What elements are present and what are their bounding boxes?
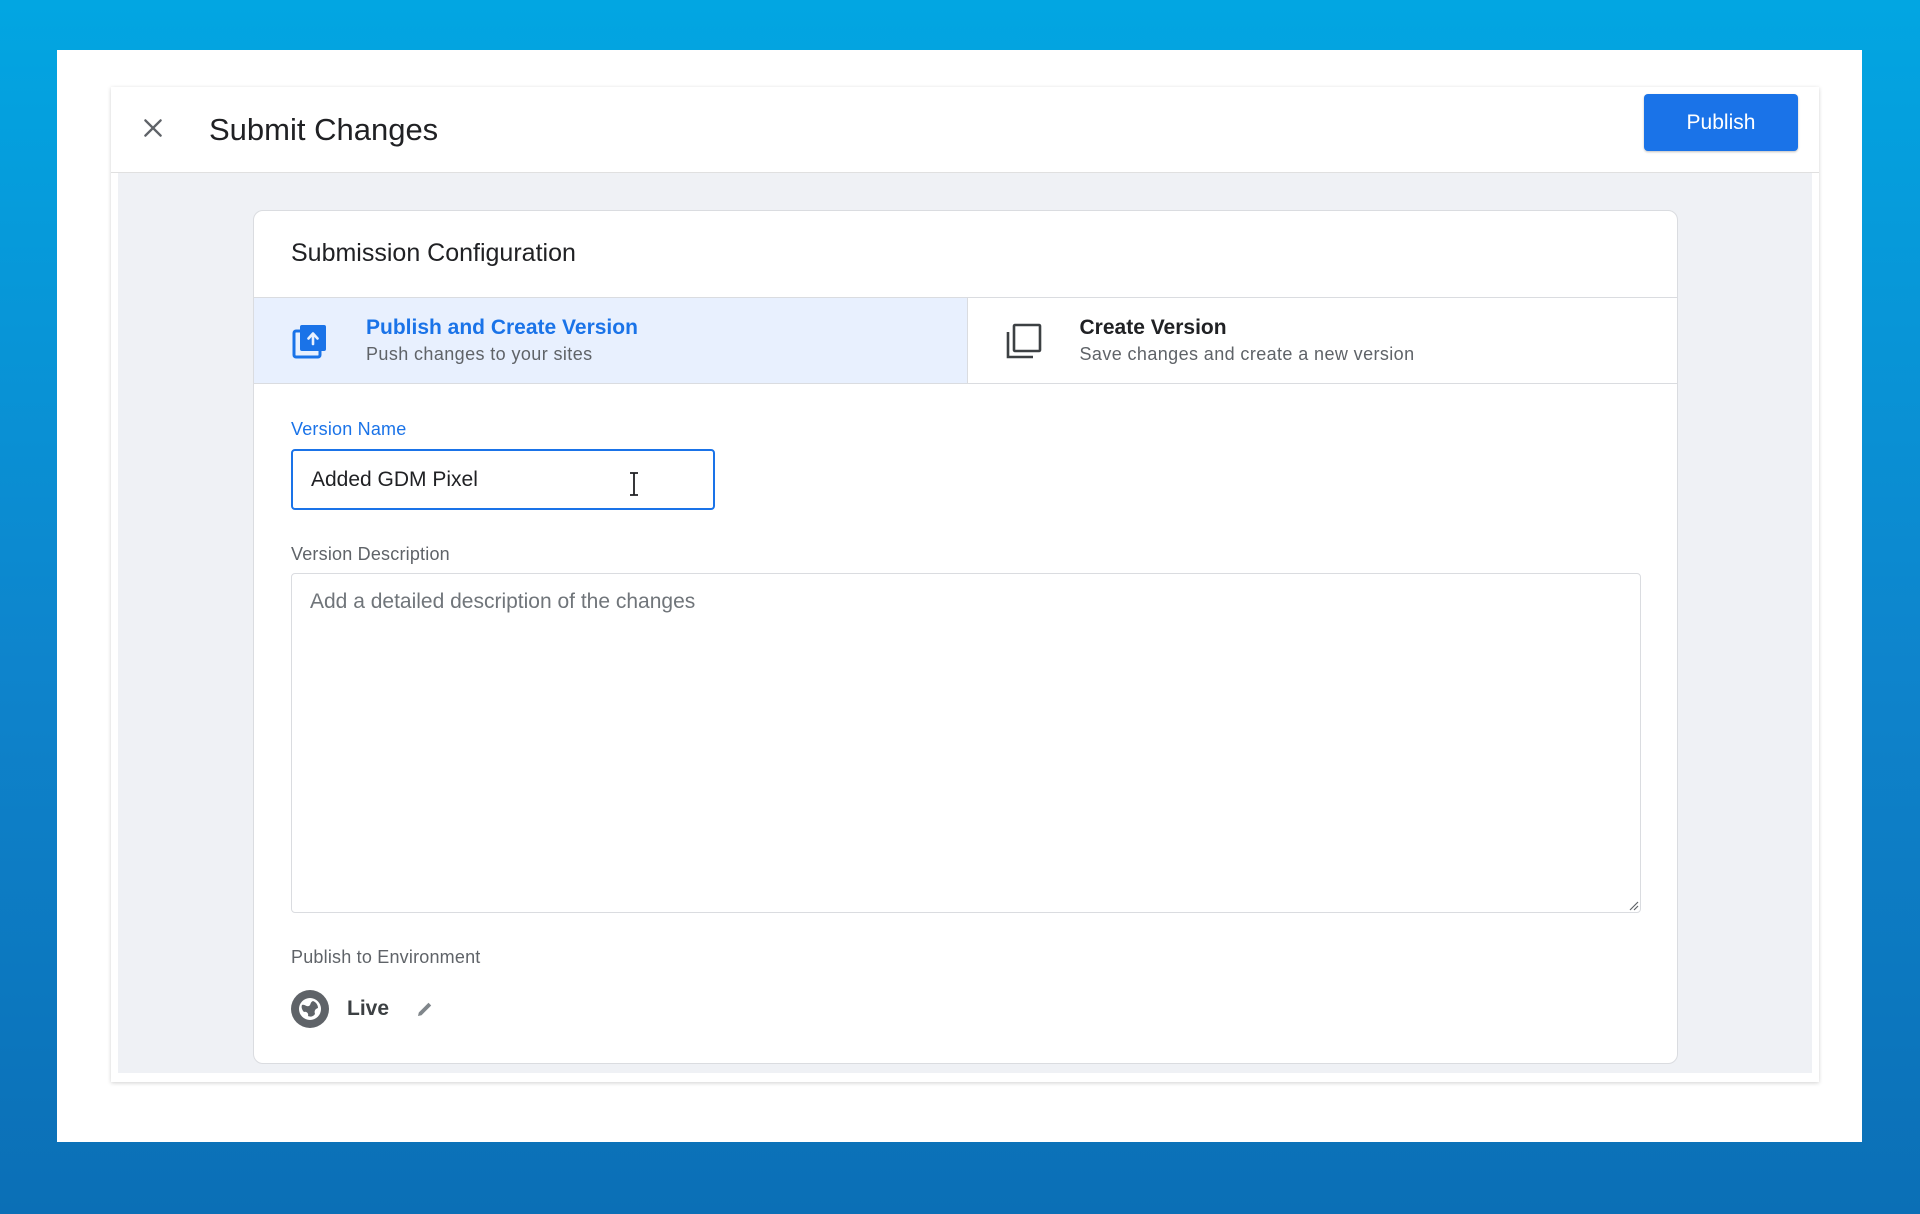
globe-icon bbox=[291, 990, 329, 1028]
option-create-version[interactable]: Create Version Save changes and create a… bbox=[966, 298, 1678, 383]
dialog-body: Submission Configuration Publish and Cre… bbox=[118, 173, 1812, 1073]
environment-name: Live bbox=[347, 997, 390, 1020]
option-title: Publish and Create Version bbox=[366, 316, 638, 339]
version-name-label: Version Name bbox=[291, 419, 407, 439]
dialog-title: Submit Changes bbox=[209, 112, 439, 147]
option-subtitle: Push changes to your sites bbox=[366, 344, 593, 364]
resize-handle-icon[interactable] bbox=[1628, 900, 1639, 911]
copy-version-icon bbox=[1006, 323, 1041, 359]
pencil-icon bbox=[418, 1002, 432, 1016]
text-cursor-icon bbox=[630, 472, 638, 496]
version-name-input[interactable] bbox=[291, 449, 715, 510]
card-title: Submission Configuration bbox=[291, 239, 576, 267]
version-description-label: Version Description bbox=[291, 544, 450, 564]
option-subtitle: Save changes and create a new version bbox=[1079, 344, 1415, 364]
option-title: Create Version bbox=[1079, 316, 1227, 339]
submit-changes-dialog: Submit Changes Publish Submission Config… bbox=[111, 87, 1819, 1082]
dialog-header: Submit Changes Publish bbox=[111, 87, 1819, 173]
environment-row: Live bbox=[291, 990, 439, 1028]
publish-upload-icon bbox=[292, 325, 326, 359]
submission-configuration-card: Submission Configuration Publish and Cre… bbox=[253, 210, 1678, 1064]
close-icon bbox=[144, 119, 162, 137]
screen-frame: Submit Changes Publish Submission Config… bbox=[57, 50, 1862, 1142]
version-description-textarea[interactable] bbox=[291, 573, 1641, 913]
submission-option-group: Publish and Create Version Push changes … bbox=[254, 297, 1678, 384]
environment-label: Publish to Environment bbox=[291, 947, 481, 967]
option-publish-and-create-version[interactable]: Publish and Create Version Push changes … bbox=[254, 298, 967, 383]
publish-button[interactable]: Publish bbox=[1644, 94, 1798, 151]
close-button[interactable] bbox=[133, 108, 173, 148]
edit-environment-button[interactable] bbox=[411, 995, 439, 1023]
